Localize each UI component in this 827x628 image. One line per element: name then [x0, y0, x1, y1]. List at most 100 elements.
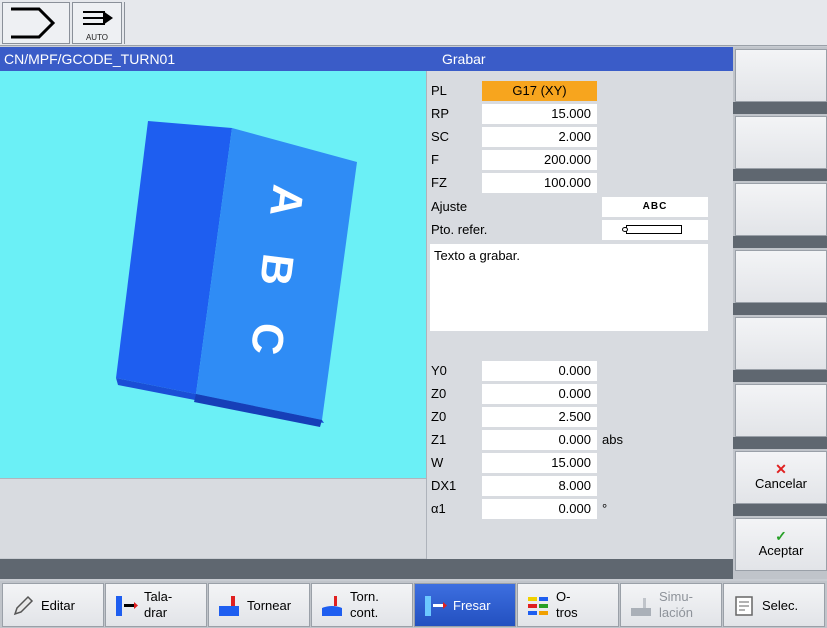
param-value-field[interactable]: G17 (XY) — [482, 81, 597, 101]
softkey-torn-cont-[interactable]: Torn. cont. — [311, 583, 413, 627]
param-label: F — [431, 152, 439, 167]
engraved-letter-a: A — [260, 182, 313, 220]
form-row-pl: PL G17 (XY) — [427, 81, 733, 101]
softkey-label: Tala-drar — [144, 589, 173, 620]
softkey-o-tros[interactable]: O-tros — [517, 583, 619, 627]
softkey-simu-laci-n: Simu-lación — [620, 583, 722, 627]
softkey-gap — [733, 504, 827, 516]
param-label: W — [431, 455, 444, 470]
form-row-fz: FZ 100.000 — [427, 173, 733, 193]
others-icon — [526, 594, 550, 618]
ajuste-label: Ajuste — [431, 199, 468, 214]
form-row-ajuste: Ajuste ABC — [427, 197, 733, 217]
softkey-tala-drar[interactable]: Tala-drar — [105, 583, 207, 627]
softkey-gap — [733, 236, 827, 248]
softkey-label: O-tros — [556, 589, 578, 620]
param-label: RP — [431, 106, 450, 121]
machine-mode-icon — [2, 2, 70, 44]
softkey-label: Tornear — [247, 598, 292, 613]
drill-icon — [114, 594, 138, 618]
param-value-field[interactable]: 2.000 — [482, 127, 597, 147]
vertical-softkey-4[interactable] — [735, 250, 827, 303]
top-status-bar: AUTO — [0, 0, 827, 46]
param-value-field[interactable]: 0.000 — [482, 499, 597, 519]
select-icon — [732, 594, 756, 618]
auto-mode-icon: AUTO — [72, 2, 122, 44]
cancel-label: Cancelar — [754, 476, 808, 491]
vertical-softkey-1[interactable] — [735, 49, 827, 102]
param-value-field[interactable]: 15.000 — [482, 453, 597, 473]
form-row-param-6: α1 0.000 ° — [427, 499, 733, 519]
param-label: α1 — [431, 501, 446, 516]
param-label: Z0 — [431, 386, 447, 401]
param-value-field[interactable]: 0.000 — [482, 430, 597, 450]
softkey-gap — [733, 102, 827, 114]
vertical-softkey-bar: ✕ Cancelar ✓ Aceptar — [733, 47, 827, 579]
engraving-text-field[interactable]: Texto a grabar. — [430, 244, 708, 331]
engraving-parameter-form: PL G17 (XY) RP 15.000 SC 2.000 F 200.000 FZ 100.0… — [427, 71, 733, 559]
engraved-letter-b: B — [250, 251, 303, 289]
param-value-field[interactable]: 15.000 — [482, 104, 597, 124]
graphic-footer-area — [0, 478, 426, 558]
vertical-softkey-6[interactable] — [735, 384, 827, 437]
engraving-help-graphic: A B C — [0, 71, 426, 478]
cycle-title: Grabar — [442, 51, 486, 67]
param-label: Z0 — [431, 409, 447, 424]
accept-button[interactable]: ✓ Aceptar — [735, 518, 827, 571]
softkey-gap — [733, 437, 827, 449]
accept-label: Aceptar — [758, 543, 804, 558]
form-row-rp: RP 15.000 — [427, 104, 733, 124]
param-label: Y0 — [431, 363, 447, 378]
param-unit: abs — [602, 432, 623, 447]
softkey-label: Selec. — [762, 598, 799, 613]
param-value-field[interactable]: 200.000 — [482, 150, 597, 170]
softkey-label: Torn. cont. — [350, 589, 379, 620]
contour-turning-icon — [320, 594, 344, 618]
form-row-param-1: Z0 0.000 — [427, 384, 733, 404]
softkey-tornear[interactable]: Tornear — [208, 583, 310, 627]
cancel-icon: ✕ — [775, 461, 787, 477]
vertical-softkey-5[interactable] — [735, 317, 827, 370]
form-row-param-2: Z0 2.500 — [427, 407, 733, 427]
engraved-letter-c: C — [241, 320, 294, 358]
form-row-param-5: DX1 8.000 — [427, 476, 733, 496]
simulation-icon — [629, 594, 653, 618]
param-value-field[interactable]: 0.000 — [482, 384, 597, 404]
cancel-button[interactable]: ✕ Cancelar — [735, 451, 827, 504]
pencil-icon — [11, 594, 35, 618]
ptoref-label: Pto. refer. — [431, 222, 488, 237]
form-row-param-0: Y0 0.000 — [427, 361, 733, 381]
milling-icon — [423, 594, 447, 618]
softkey-label: Fresar — [453, 598, 491, 613]
form-row-sc: SC 2.000 — [427, 127, 733, 147]
param-value-field[interactable]: 8.000 — [482, 476, 597, 496]
vertical-softkey-3[interactable] — [735, 183, 827, 236]
param-unit: ° — [602, 501, 608, 516]
softkey-selec-[interactable]: Selec. — [723, 583, 825, 627]
message-line — [0, 559, 733, 579]
param-value-field[interactable]: 2.500 — [482, 407, 597, 427]
horizontal-softkey-bar: Editar Tala-drar Tornear Torn. cont. Fresar O-… — [0, 581, 827, 628]
checkmark-icon: ✓ — [775, 528, 787, 544]
ajuste-selector[interactable]: ABC — [602, 197, 708, 217]
reference-point-selector[interactable] — [602, 220, 708, 240]
param-label: DX1 — [431, 478, 457, 493]
vertical-softkey-2[interactable] — [735, 116, 827, 169]
softkey-label: Editar — [41, 598, 75, 613]
status-separator — [124, 2, 136, 44]
form-row-param-3: Z1 0.000 abs — [427, 430, 733, 450]
header-bar: CN/MPF/GCODE_TURN01 Grabar — [0, 47, 733, 71]
param-value-field[interactable]: 100.000 — [482, 173, 597, 193]
program-path: CN/MPF/GCODE_TURN01 — [4, 51, 176, 67]
softkey-fresar[interactable]: Fresar — [414, 583, 516, 627]
reference-point-icon — [622, 227, 628, 232]
softkey-editar[interactable]: Editar — [2, 583, 104, 627]
param-label: PL — [431, 83, 447, 98]
param-value-field[interactable]: 0.000 — [482, 361, 597, 381]
param-label: Z1 — [431, 432, 447, 447]
softkey-gap — [733, 169, 827, 181]
param-label: SC — [431, 129, 450, 144]
form-row-ptoref: Pto. refer. — [427, 220, 733, 240]
auto-label: AUTO — [85, 33, 109, 42]
turning-icon — [217, 594, 241, 618]
